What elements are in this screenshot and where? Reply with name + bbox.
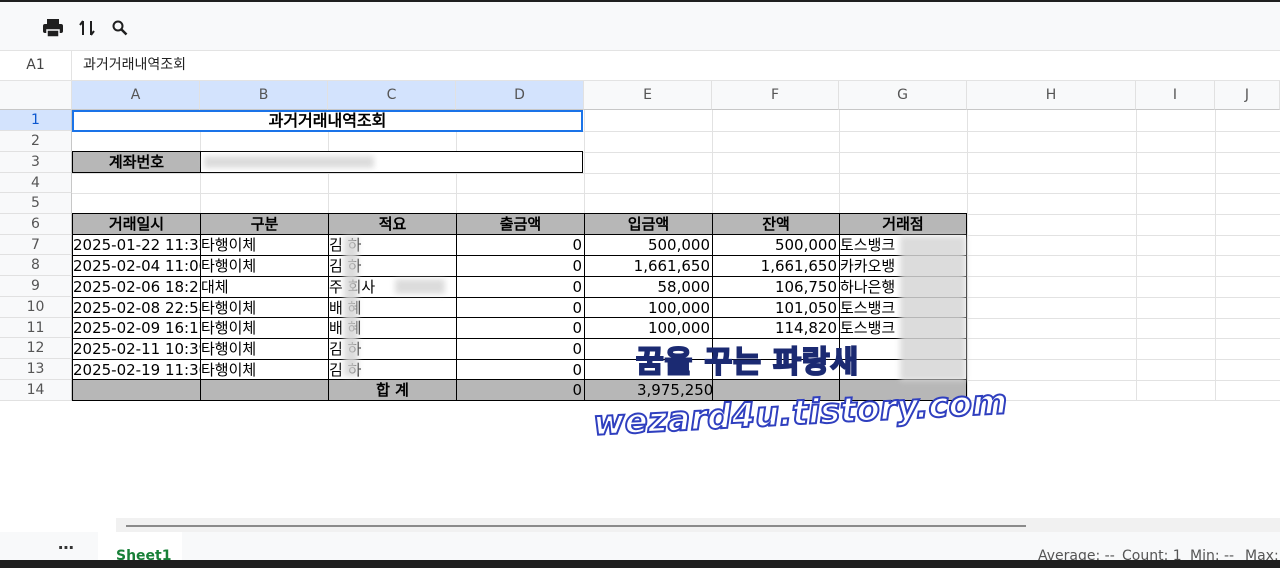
search-icon[interactable] xyxy=(106,14,134,42)
account-label-cell[interactable]: 계좌번호 xyxy=(72,151,201,173)
redacted-account-number xyxy=(204,156,374,168)
cell-deposit[interactable]: 500,000 xyxy=(584,234,713,256)
cell-datetime[interactable]: 2025-02-04 11:00 xyxy=(72,255,201,277)
cell-balance[interactable]: 500,000 xyxy=(712,234,840,256)
cell-balance[interactable]: 101,050 xyxy=(712,297,840,319)
total-withdraw[interactable]: 0 xyxy=(456,379,585,401)
row-header-8[interactable]: 8 xyxy=(0,255,72,276)
cell-balance[interactable]: 106,750 xyxy=(712,276,840,298)
watermark-title: 꿈을 꾸는 파랑새 xyxy=(635,344,860,381)
column-header-g[interactable]: G xyxy=(839,81,967,110)
row-header-6[interactable]: 6 xyxy=(0,214,72,235)
cell-datetime[interactable]: 2025-02-11 10:39 xyxy=(72,338,201,360)
column-header-h[interactable]: H xyxy=(967,81,1136,110)
cell-type[interactable]: 타행이체 xyxy=(200,317,329,339)
row-header-4[interactable]: 4 xyxy=(0,173,72,193)
row-header-1[interactable]: 1 xyxy=(0,110,72,131)
row-header-5[interactable]: 5 xyxy=(0,193,72,214)
header-deposit[interactable]: 입금액 xyxy=(584,213,713,235)
cell-datetime[interactable]: 2025-01-22 11:32 xyxy=(72,234,201,256)
redacted-branch-names xyxy=(900,236,966,381)
header-branch[interactable]: 거래점 xyxy=(839,213,967,235)
row-header-3[interactable]: 3 xyxy=(0,152,72,173)
cell-deposit[interactable]: 1,661,650 xyxy=(584,255,713,277)
cell-withdraw[interactable]: 0 xyxy=(456,276,585,298)
cell-deposit[interactable]: 100,000 xyxy=(584,317,713,339)
cell-balance[interactable]: 114,820 xyxy=(712,317,840,339)
cell-type[interactable]: 타행이체 xyxy=(200,297,329,319)
cell-type[interactable]: 타행이체 xyxy=(200,338,329,360)
cell-type[interactable]: 타행이체 xyxy=(200,234,329,256)
cell-type[interactable]: 타행이체 xyxy=(200,255,329,277)
header-memo[interactable]: 적요 xyxy=(328,213,457,235)
row-header-12[interactable]: 12 xyxy=(0,338,72,359)
gridline xyxy=(72,173,1280,174)
redacted-memo-names xyxy=(344,236,358,376)
column-header-c[interactable]: C xyxy=(328,81,456,110)
cell-datetime[interactable]: 2025-02-19 11:30 xyxy=(72,359,201,381)
printer-icon[interactable] xyxy=(39,14,67,42)
corner-select-all[interactable] xyxy=(0,81,72,110)
column-header-b[interactable]: B xyxy=(200,81,328,110)
total-label[interactable]: 합 계 xyxy=(328,379,457,401)
row-header-11[interactable]: 11 xyxy=(0,318,72,338)
cell-datetime[interactable]: 2025-02-08 22:58 xyxy=(72,297,201,319)
column-header-j[interactable]: J xyxy=(1215,81,1280,110)
cell-type[interactable]: 대체 xyxy=(200,276,329,298)
name-box[interactable]: A1 xyxy=(0,51,72,80)
column-header-a[interactable]: A xyxy=(72,81,200,110)
bottom-border xyxy=(0,560,1280,568)
header-withdraw[interactable]: 출금액 xyxy=(456,213,585,235)
cell-datetime[interactable]: 2025-02-06 18:23 xyxy=(72,276,201,298)
total-empty-a[interactable] xyxy=(72,379,201,401)
cell-withdraw[interactable]: 0 xyxy=(456,255,585,277)
cell-withdraw[interactable]: 0 xyxy=(456,359,585,381)
cell-withdraw[interactable]: 0 xyxy=(456,297,585,319)
row-header-7[interactable]: 7 xyxy=(0,235,72,255)
cell-type[interactable]: 타행이체 xyxy=(200,359,329,381)
column-header-i[interactable]: I xyxy=(1136,81,1215,110)
gridline xyxy=(72,193,1280,194)
horizontal-scrollbar-thumb[interactable] xyxy=(126,525,1026,527)
redacted-company-name xyxy=(395,279,445,294)
cell-withdraw[interactable]: 0 xyxy=(456,234,585,256)
toolbar xyxy=(0,2,1280,50)
cell-datetime[interactable]: 2025-02-09 16:17 xyxy=(72,317,201,339)
row-header-13[interactable]: 13 xyxy=(0,359,72,380)
row-header-9[interactable]: 9 xyxy=(0,276,72,297)
title-cell[interactable]: 과거거래내역조회 xyxy=(72,110,583,132)
cell-withdraw[interactable]: 0 xyxy=(456,317,585,339)
header-datetime[interactable]: 거래일시 xyxy=(72,213,201,235)
total-empty-b[interactable] xyxy=(200,379,329,401)
column-header-f[interactable]: F xyxy=(712,81,839,110)
cell-deposit[interactable]: 100,000 xyxy=(584,297,713,319)
cell-balance[interactable]: 1,661,650 xyxy=(712,255,840,277)
row-header-14[interactable]: 14 xyxy=(0,380,72,401)
cell-deposit[interactable]: 58,000 xyxy=(584,276,713,298)
column-header-e[interactable]: E xyxy=(584,81,712,110)
header-balance[interactable]: 잔액 xyxy=(712,213,840,235)
header-type[interactable]: 구분 xyxy=(200,213,329,235)
row-header-2[interactable]: 2 xyxy=(0,131,72,152)
formula-input[interactable]: 과거거래내역조회 xyxy=(83,51,186,80)
column-header-d[interactable]: D xyxy=(456,81,584,110)
row-header-10[interactable]: 10 xyxy=(0,297,72,318)
cell-withdraw[interactable]: 0 xyxy=(456,338,585,360)
sort-icon[interactable] xyxy=(73,14,101,42)
more-sheets-icon[interactable]: ⋯ xyxy=(58,538,75,557)
formula-bar: A1 과거거래내역조회 xyxy=(0,50,1280,81)
